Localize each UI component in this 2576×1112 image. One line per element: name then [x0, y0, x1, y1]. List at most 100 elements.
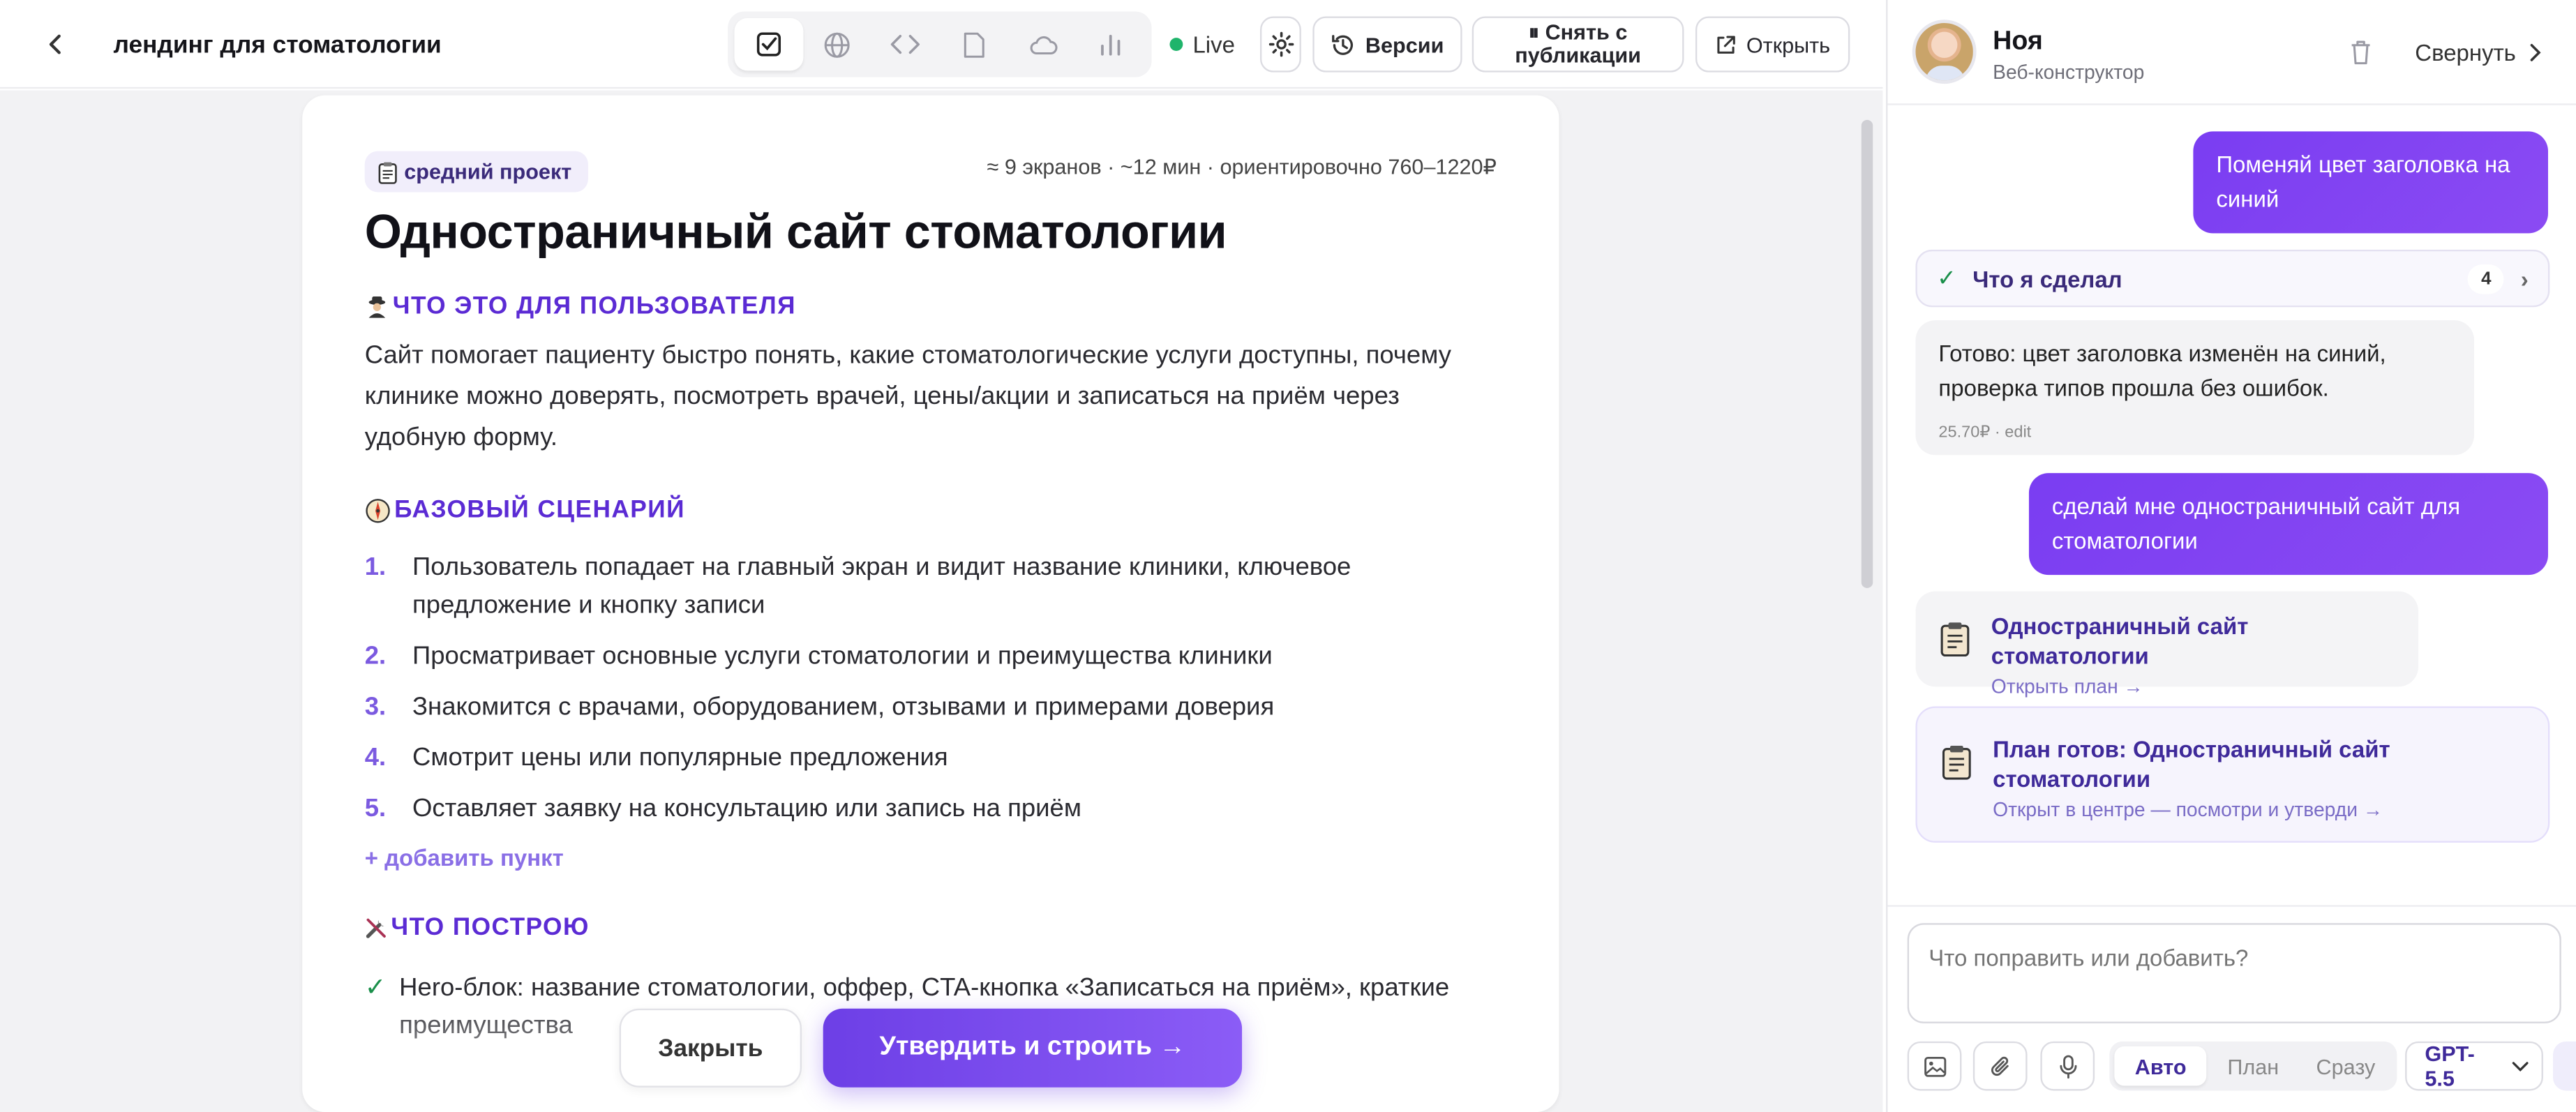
- panel-divider: [1887, 103, 2576, 105]
- versions-label: Версии: [1365, 31, 1444, 57]
- attach-button[interactable]: [1972, 1041, 2028, 1091]
- unpublish-button[interactable]: ⏸ Снять с публикации: [1472, 16, 1684, 73]
- list-item: 5. Оставляет заявку на консультацию или з…: [365, 790, 1482, 828]
- plan-card: средний проект ≈ 9 экранов · ~12 мин · о…: [302, 95, 1559, 1112]
- model-label: GPT-5.5: [2425, 1041, 2475, 1091]
- trash-icon[interactable]: [2349, 40, 2372, 66]
- assistant-message: Готово: цвет заголовка изменён на синий,…: [1915, 320, 2475, 456]
- user-description: Сайт помогает пациенту быстро понять, ка…: [364, 341, 1451, 452]
- plan-ready-card[interactable]: План готов: Одностраничный сайт стоматол…: [1915, 706, 2550, 843]
- section-user-title: ЧТО ЭТО ДЛЯ ПОЛЬЗОВАТЕЛЯ: [365, 292, 796, 320]
- section-build-label: ЧТО ПОСТРОЮ: [391, 913, 590, 942]
- send-button[interactable]: [2553, 1041, 2576, 1091]
- scenario-steps: 1. Пользователь попадает на главный экран…: [365, 548, 1482, 841]
- assistant-message-text: Готово: цвет заголовка изменён на синий,…: [1938, 340, 2386, 401]
- close-button[interactable]: Закрыть: [619, 1008, 802, 1088]
- step-number: 5.: [364, 795, 387, 823]
- back-button[interactable]: [36, 24, 76, 64]
- voice-button[interactable]: [2040, 1041, 2095, 1091]
- detective-icon: [368, 296, 386, 318]
- mode-plan[interactable]: План: [2207, 1046, 2300, 1086]
- clipboard-icon: [1940, 622, 1970, 657]
- add-step-link[interactable]: + добавить пункт: [365, 844, 564, 871]
- image-icon: [1924, 1055, 1946, 1076]
- paperclip-icon: [1990, 1055, 2008, 1075]
- canvas-scrollbar[interactable]: [1861, 119, 1873, 588]
- file-icon[interactable]: [940, 18, 1008, 70]
- live-label: Live: [1192, 31, 1235, 58]
- step-text[interactable]: Оставляет заявку на консультацию или зап…: [412, 790, 1081, 828]
- mode-direct[interactable]: Сразу: [2300, 1046, 2392, 1086]
- section-user-label: ЧТО ЭТО ДЛЯ ПОЛЬЗОВАТЕЛЯ: [392, 292, 796, 321]
- versions-button[interactable]: Версии: [1312, 16, 1462, 73]
- step-text[interactable]: Пользователь попадает на главный экран и…: [412, 548, 1482, 624]
- message-cost: 25.70₽ · edit: [1938, 423, 2032, 442]
- step-number: 2.: [364, 642, 387, 670]
- clipboard-icon: [1942, 745, 1971, 780]
- list-item: 4. Смотрит цены или популярные предложени…: [365, 739, 1482, 777]
- plan-ready-sub: Открыт в центре — посмотри и утверди →: [1993, 798, 2383, 822]
- topbar: лендинг для стоматологии Live Версии ⏸ С…: [0, 0, 1883, 89]
- chart-icon[interactable]: [1077, 18, 1145, 70]
- code-icon[interactable]: [871, 18, 940, 70]
- chevron-down-icon: [2512, 1061, 2529, 1071]
- check-icon: ✓: [1937, 264, 1956, 291]
- plan-link-card[interactable]: Одностраничный сайт стоматологии Открыть…: [1915, 591, 2418, 698]
- cloud-icon[interactable]: [1008, 18, 1077, 70]
- step-number: 3.: [364, 693, 387, 721]
- chevron-right-icon: ›: [2520, 265, 2529, 292]
- approve-and-build-button[interactable]: Утвердить и строить →: [823, 1008, 1243, 1088]
- list-item: 3. Знакомится с врачами, оборудованием, о…: [365, 689, 1482, 726]
- compass-icon: [366, 497, 390, 523]
- badge-label: средний проект: [404, 159, 572, 184]
- live-dot: [1169, 38, 1183, 51]
- live-status: Live: [1169, 31, 1235, 58]
- external-link-icon: [1717, 35, 1735, 53]
- list-item: 2. Просматривает основные услуги стоматол…: [365, 638, 1482, 675]
- what-i-did-label: Что я сделал: [1972, 265, 2122, 292]
- app-root: лендинг для стоматологии Live Версии ⏸ С…: [0, 0, 2576, 1112]
- image-upload-button[interactable]: [1907, 1041, 1962, 1091]
- step-text[interactable]: Просматривает основные услуги стоматолог…: [412, 638, 1273, 675]
- mode-selector: Авто План Сразу: [2109, 1041, 2397, 1091]
- plan-ready-title: План готов: Одностраничный сайт стоматол…: [1993, 735, 2390, 792]
- history-icon: [1332, 33, 1354, 54]
- list-item: 1. Пользователь попадает на главный экран…: [365, 548, 1482, 624]
- composer-divider: [1887, 905, 2576, 907]
- what-i-did-expander[interactable]: ✓ Что я сделал 4 ›: [1915, 249, 2550, 308]
- section-build-title: ЧТО ПОСТРОЮ: [365, 913, 590, 941]
- plan-meta: ≈ 9 экранов · ~12 мин · ориентировочно 7…: [987, 154, 1497, 179]
- settings-button[interactable]: [1259, 16, 1301, 73]
- tools-icon: [366, 917, 386, 938]
- globe-icon[interactable]: [803, 18, 871, 70]
- changes-count-badge: 4: [2468, 263, 2505, 294]
- message-input[interactable]: [1907, 923, 2561, 1023]
- plan-link-title: Одностраничный сайт стоматологии: [1991, 613, 2249, 669]
- chevron-left-icon: [49, 34, 61, 54]
- unpublish-label: ⏸ Снять с публикации: [1515, 20, 1641, 68]
- mode-auto[interactable]: Авто: [2114, 1046, 2208, 1086]
- microphone-icon: [2059, 1054, 2076, 1078]
- checklist-icon[interactable]: [734, 17, 803, 71]
- chevron-right-icon: [2531, 43, 2542, 61]
- step-text[interactable]: Знакомится с врачами, оборудованием, отз…: [412, 689, 1274, 726]
- step-text[interactable]: Смотрит цены или популярные предложения: [412, 739, 948, 777]
- agent-role: Веб-конструктор: [1993, 61, 2145, 84]
- plan-title: Одностраничный сайт стоматологии: [364, 206, 1227, 260]
- project-size-badge: средний проект: [364, 151, 588, 193]
- gear-icon: [1268, 31, 1294, 57]
- view-mode-switcher: [728, 11, 1152, 77]
- step-number: 1.: [364, 553, 387, 582]
- open-button[interactable]: Открыть: [1695, 16, 1850, 73]
- collapse-label: Свернуть: [2415, 39, 2516, 66]
- avatar: [1912, 20, 1977, 84]
- clipboard-icon: [378, 161, 397, 183]
- section-scenario-label: БАЗОВЫЙ СЦЕНАРИЙ: [394, 496, 685, 525]
- user-message: сделай мне одностраничный сайт для стома…: [2028, 473, 2548, 576]
- chat-panel: Ноя Веб-конструктор Свернуть Поменяй цве…: [1886, 0, 2576, 1112]
- plan-link-sub: Открыть план →: [1991, 675, 2143, 698]
- model-select[interactable]: GPT-5.5: [2405, 1041, 2543, 1091]
- collapse-button[interactable]: Свернуть: [2415, 40, 2542, 66]
- section-scenario-title: БАЗОВЫЙ СЦЕНАРИЙ: [365, 496, 685, 524]
- agent-name: Ноя: [1993, 28, 2043, 57]
